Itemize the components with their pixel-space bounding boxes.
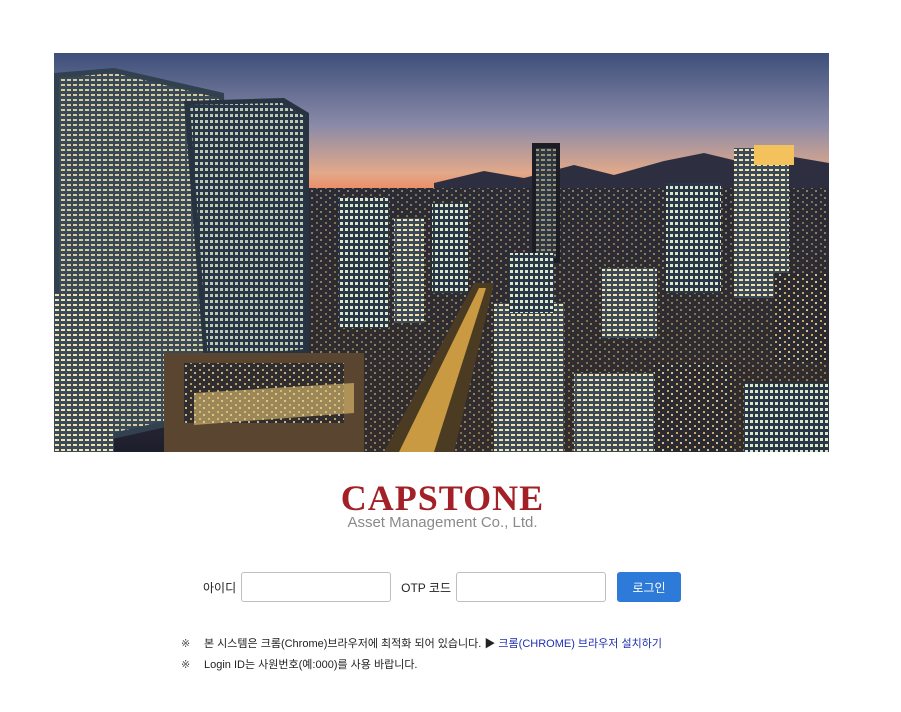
otp-label: OTP 코드 [401,580,451,595]
notices: ※ 본 시스템은 크롬(Chrome)브라우저에 최적화 되어 있습니다. ▶ 크… [181,634,662,676]
login-button[interactable]: 로그인 [617,572,681,602]
company-logo: CAPSTONE Asset Management Co., Ltd. [330,480,555,531]
notice-login-id-text: Login ID는 사원번호(예:000)를 사용 바랍니다. [204,659,418,671]
id-label: 아이디 [203,580,237,595]
notice-browser: ※ 본 시스템은 크롬(Chrome)브라우저에 최적화 되어 있습니다. ▶ 크… [181,634,662,655]
id-input[interactable] [241,572,392,602]
notice-login-id: ※ Login ID는 사원번호(예:000)를 사용 바랍니다. [181,655,662,676]
chrome-install-link[interactable]: 크롬(CHROME) 브라우저 설치하기 [498,638,662,650]
login-form: 아이디 OTP 코드 로그인 [203,572,681,602]
otp-input[interactable] [456,572,606,602]
hero-image [54,53,829,452]
city-skyline-image [54,53,829,452]
notice-browser-text: 본 시스템은 크롬(Chrome)브라우저에 최적화 되어 있습니다. ▶ [204,638,499,650]
reference-mark-icon: ※ [181,659,191,671]
login-page: CAPSTONE Asset Management Co., Ltd. 아이디 … [0,0,901,712]
logo-sub-text: Asset Management Co., Ltd. [347,514,538,531]
logo-main-text: CAPSTONE [340,478,545,518]
reference-mark-icon: ※ [181,638,191,650]
